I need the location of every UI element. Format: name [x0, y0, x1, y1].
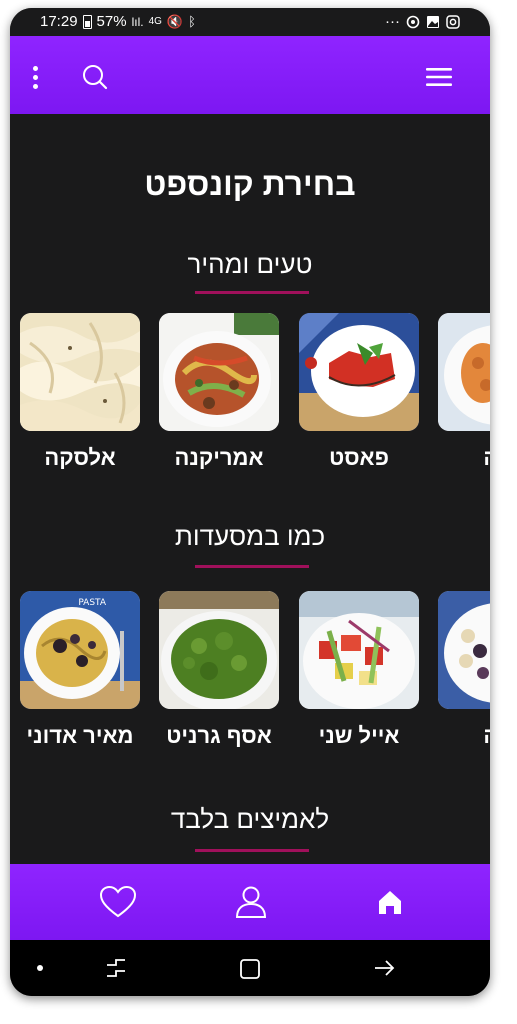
- concept-card-americana[interactable]: אמריקנה: [159, 313, 279, 471]
- card-label: פה: [438, 723, 490, 749]
- card-image: [438, 313, 490, 431]
- status-left: 17:29 57% lıl. 4G 🔇 ᛒ: [40, 13, 196, 30]
- mute-icon: 🔇: [166, 13, 184, 29]
- card-image: [438, 591, 490, 709]
- concept-card-partial[interactable]: פה: [438, 591, 490, 749]
- page-title: בחירת קונספט: [144, 166, 356, 202]
- instagram-icon: [446, 14, 460, 29]
- back-arrow-icon[interactable]: [372, 958, 396, 978]
- home-square-icon[interactable]: [239, 958, 261, 980]
- card-image: PASTA: [20, 591, 140, 709]
- system-navigation-bar: [10, 940, 490, 996]
- section-title-restaurants: כמו במסעדות: [174, 521, 326, 551]
- menu-dots-icon[interactable]: [28, 64, 42, 90]
- card-label: אסף גרניט: [166, 723, 272, 748]
- dot-icon[interactable]: [36, 964, 44, 972]
- signal-bars-icon: lıl.: [131, 14, 144, 29]
- more-notifications: ···: [385, 13, 400, 30]
- section-underline: [195, 849, 309, 852]
- card-label: פה: [438, 445, 490, 471]
- section-underline: [195, 291, 309, 294]
- phone-frame: 17:29 57% lıl. 4G 🔇 ᛒ ··· בחירת קונספט ט…: [10, 8, 490, 996]
- card-image: [299, 313, 419, 431]
- concept-card-alaska[interactable]: אלסקה: [20, 313, 140, 471]
- section-underline: [195, 565, 309, 568]
- gallery-icon: [427, 15, 439, 28]
- card-label: מאיר אדוני: [26, 723, 134, 748]
- status-time: 17:29: [40, 13, 78, 30]
- main-content[interactable]: בחירת קונספט טעים ומהיר אלסקה אמריקנה פא…: [10, 114, 490, 864]
- search-icon[interactable]: [80, 62, 110, 92]
- bottom-navigation: [10, 864, 490, 940]
- svg-text:PASTA: PASTA: [78, 598, 107, 608]
- card-label: פאסט: [329, 445, 389, 470]
- card-image: [159, 591, 279, 709]
- card-image: [299, 591, 419, 709]
- card-label: אמריקנה: [174, 445, 264, 470]
- concept-card-partial[interactable]: פה: [438, 313, 490, 471]
- status-bar: 17:29 57% lıl. 4G 🔇 ᛒ ···: [10, 8, 490, 36]
- concept-card-assaf-granit[interactable]: אסף גרניט: [159, 591, 279, 749]
- concept-card-fast[interactable]: פאסט: [299, 313, 419, 471]
- concept-card-meir-adoni[interactable]: PASTA מאיר אדוני: [20, 591, 140, 749]
- sync-icon: [406, 15, 420, 28]
- status-right: ···: [385, 13, 460, 30]
- card-label: אייל שני: [318, 723, 400, 748]
- network-type: 4G: [148, 16, 162, 27]
- section-title-brave: לאמיצים בלבד: [170, 804, 330, 834]
- card-image: [159, 313, 279, 431]
- home-icon[interactable]: [370, 884, 410, 920]
- hamburger-icon[interactable]: [426, 67, 452, 87]
- app-header: [10, 36, 490, 114]
- recents-icon[interactable]: [104, 958, 128, 978]
- card-label: אלסקה: [44, 445, 116, 470]
- heart-icon[interactable]: [98, 884, 138, 920]
- battery-level: 57%: [96, 13, 127, 30]
- concept-card-eyal-shani[interactable]: אייל שני: [299, 591, 419, 749]
- battery-icon: [82, 14, 92, 29]
- card-image: [20, 313, 140, 431]
- section-title-quick: טעים ומהיר: [187, 249, 313, 279]
- bluetooth-icon: ᛒ: [188, 14, 196, 29]
- user-icon[interactable]: [231, 884, 271, 920]
